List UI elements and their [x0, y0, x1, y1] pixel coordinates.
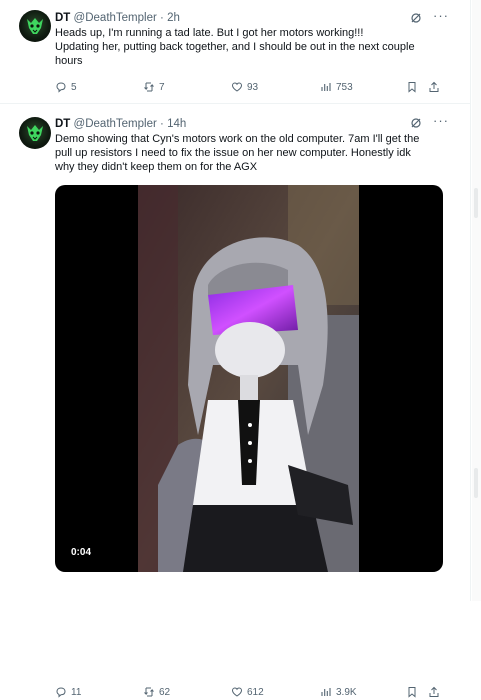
tweet-text: Heads up, I'm running a tad late. But I … — [55, 27, 450, 68]
tweet-header: DT @DeathTempler · 2h — [55, 11, 180, 25]
bookmark-icon — [408, 82, 416, 93]
avatar-logo-icon — [27, 18, 43, 34]
views-icon — [321, 83, 331, 91]
scrollbar-thumb[interactable] — [474, 188, 478, 218]
grok-icon[interactable] — [410, 117, 422, 129]
user-handle[interactable]: @DeathTempler — [74, 12, 157, 24]
reply-button[interactable]: 11 — [55, 686, 81, 698]
bookmark-button[interactable] — [406, 81, 422, 93]
heart-icon — [231, 82, 243, 92]
separator: · — [160, 12, 164, 24]
reply-count: 11 — [71, 686, 82, 698]
view-count: 753 — [336, 81, 353, 93]
views-button[interactable]: 3.9K — [320, 686, 357, 698]
share-button[interactable] — [428, 686, 444, 698]
avatar-logo-icon — [27, 125, 43, 141]
tweet-header: DT @DeathTempler · 14h — [55, 117, 186, 131]
repost-button[interactable]: 62 — [143, 686, 170, 698]
tweet-actions: 5 7 93 753 — [55, 81, 439, 95]
share-icon — [429, 686, 439, 697]
reply-count: 5 — [71, 81, 77, 93]
repost-icon — [144, 687, 154, 697]
tweet-actions: 11 62 612 3.9K — [55, 686, 439, 700]
share-button[interactable] — [428, 81, 444, 93]
repost-icon — [144, 82, 154, 92]
repost-count: 7 — [159, 81, 165, 93]
avatar[interactable] — [19, 117, 51, 149]
heart-icon — [231, 687, 243, 697]
display-name[interactable]: DT — [55, 118, 70, 130]
like-count: 612 — [247, 686, 264, 698]
tweet-text-line: pull up resistors I need to fix the issu… — [55, 146, 411, 159]
bookmark-icon — [408, 687, 416, 698]
share-icon — [429, 81, 439, 92]
like-button[interactable]: 612 — [231, 686, 264, 698]
timestamp[interactable]: 14h — [167, 118, 186, 130]
timestamp[interactable]: 2h — [167, 12, 180, 24]
video-duration: 0:04 — [67, 546, 96, 559]
more-icon[interactable]: ··· — [433, 8, 449, 23]
repost-count: 62 — [159, 686, 171, 698]
tweet-text-line: Updating her, putting back together, and… — [55, 40, 415, 53]
video-frame — [138, 185, 359, 572]
reply-button[interactable]: 5 — [55, 81, 77, 93]
views-icon — [321, 688, 331, 696]
more-icon[interactable]: ··· — [433, 113, 449, 128]
views-button[interactable]: 753 — [320, 81, 353, 93]
bookmark-button[interactable] — [406, 686, 422, 698]
repost-button[interactable]: 7 — [143, 81, 165, 93]
tweet-text-line: hours — [55, 54, 83, 67]
like-button[interactable]: 93 — [231, 81, 258, 93]
tweet-text-line: Demo showing that Cyn's motors work on t… — [55, 133, 420, 145]
scrollbar-thumb[interactable] — [474, 468, 478, 498]
user-handle[interactable]: @DeathTempler — [74, 118, 157, 130]
avatar[interactable] — [19, 10, 51, 42]
grok-icon[interactable] — [410, 12, 422, 24]
reply-icon — [56, 82, 66, 93]
tweet[interactable]: DT @DeathTempler · 2h ··· Heads up, I'm … — [0, 0, 470, 104]
like-count: 93 — [247, 81, 259, 93]
display-name[interactable]: DT — [55, 12, 70, 24]
video-player[interactable]: 0:04 — [55, 185, 443, 572]
tweet-text-line: Heads up, I'm running a tad late. But I … — [55, 27, 364, 39]
tweet-text: Demo showing that Cyn's motors work on t… — [55, 133, 450, 174]
reply-icon — [56, 687, 66, 698]
view-count: 3.9K — [336, 686, 357, 698]
right-rail — [472, 0, 481, 601]
separator: · — [160, 118, 164, 130]
tweet-text-line: why they didn't keep them on for the AGX — [55, 160, 258, 173]
